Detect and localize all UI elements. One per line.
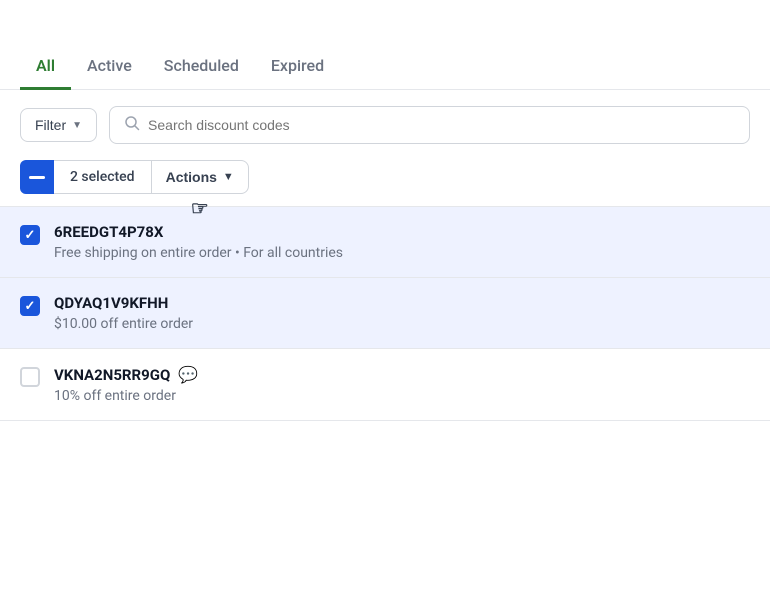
- actions-label: Actions: [166, 169, 217, 185]
- discount-item-1: ✓ 6REEDGT4P78X Free shipping on entire o…: [0, 207, 770, 278]
- minus-icon: [29, 176, 45, 179]
- comment-badge-icon: 💬: [178, 365, 198, 384]
- filter-label: Filter: [35, 117, 66, 133]
- discount-code-3[interactable]: VKNA2N5RR9GQ 💬: [54, 365, 750, 384]
- chevron-down-icon: ▼: [223, 171, 234, 183]
- checkmark-icon: ✓: [25, 300, 36, 313]
- selection-bar: 2 selected Actions ▼ ☞: [0, 160, 770, 206]
- discount-info-1: 6REEDGT4P78X Free shipping on entire ord…: [54, 223, 750, 261]
- discount-list: ✓ 6REEDGT4P78X Free shipping on entire o…: [0, 206, 770, 421]
- deselect-all-button[interactable]: [20, 160, 54, 194]
- discount-code-1[interactable]: 6REEDGT4P78X: [54, 223, 750, 241]
- search-input[interactable]: [148, 117, 735, 133]
- tab-active[interactable]: Active: [71, 44, 148, 90]
- discount-item-2: ✓ QDYAQ1V9KFHH $10.00 off entire order: [0, 278, 770, 349]
- tabs-container: All Active Scheduled Expired: [0, 0, 770, 90]
- discount-info-2: QDYAQ1V9KFHH $10.00 off entire order: [54, 294, 750, 332]
- search-container: [109, 106, 750, 144]
- discount-desc-2: $10.00 off entire order: [54, 316, 750, 332]
- tab-scheduled[interactable]: Scheduled: [148, 44, 255, 90]
- checkbox-2[interactable]: ✓: [20, 296, 40, 316]
- discount-item-3: VKNA2N5RR9GQ 💬 10% off entire order: [0, 349, 770, 421]
- checkbox-3[interactable]: [20, 367, 40, 387]
- tab-all[interactable]: All: [20, 44, 71, 90]
- discount-desc-1: Free shipping on entire order • For all …: [54, 245, 750, 261]
- checkbox-1[interactable]: ✓: [20, 225, 40, 245]
- selected-count: 2 selected: [54, 160, 152, 194]
- actions-button[interactable]: Actions ▼ ☞: [152, 160, 249, 194]
- chevron-down-icon: ▼: [72, 120, 82, 131]
- filter-button[interactable]: Filter ▼: [20, 108, 97, 142]
- discount-code-2[interactable]: QDYAQ1V9KFHH: [54, 294, 750, 312]
- checkmark-icon: ✓: [25, 229, 36, 242]
- toolbar: Filter ▼: [0, 90, 770, 160]
- tab-expired[interactable]: Expired: [255, 44, 340, 90]
- discount-desc-3: 10% off entire order: [54, 388, 750, 404]
- discount-info-3: VKNA2N5RR9GQ 💬 10% off entire order: [54, 365, 750, 404]
- search-icon: [124, 115, 140, 135]
